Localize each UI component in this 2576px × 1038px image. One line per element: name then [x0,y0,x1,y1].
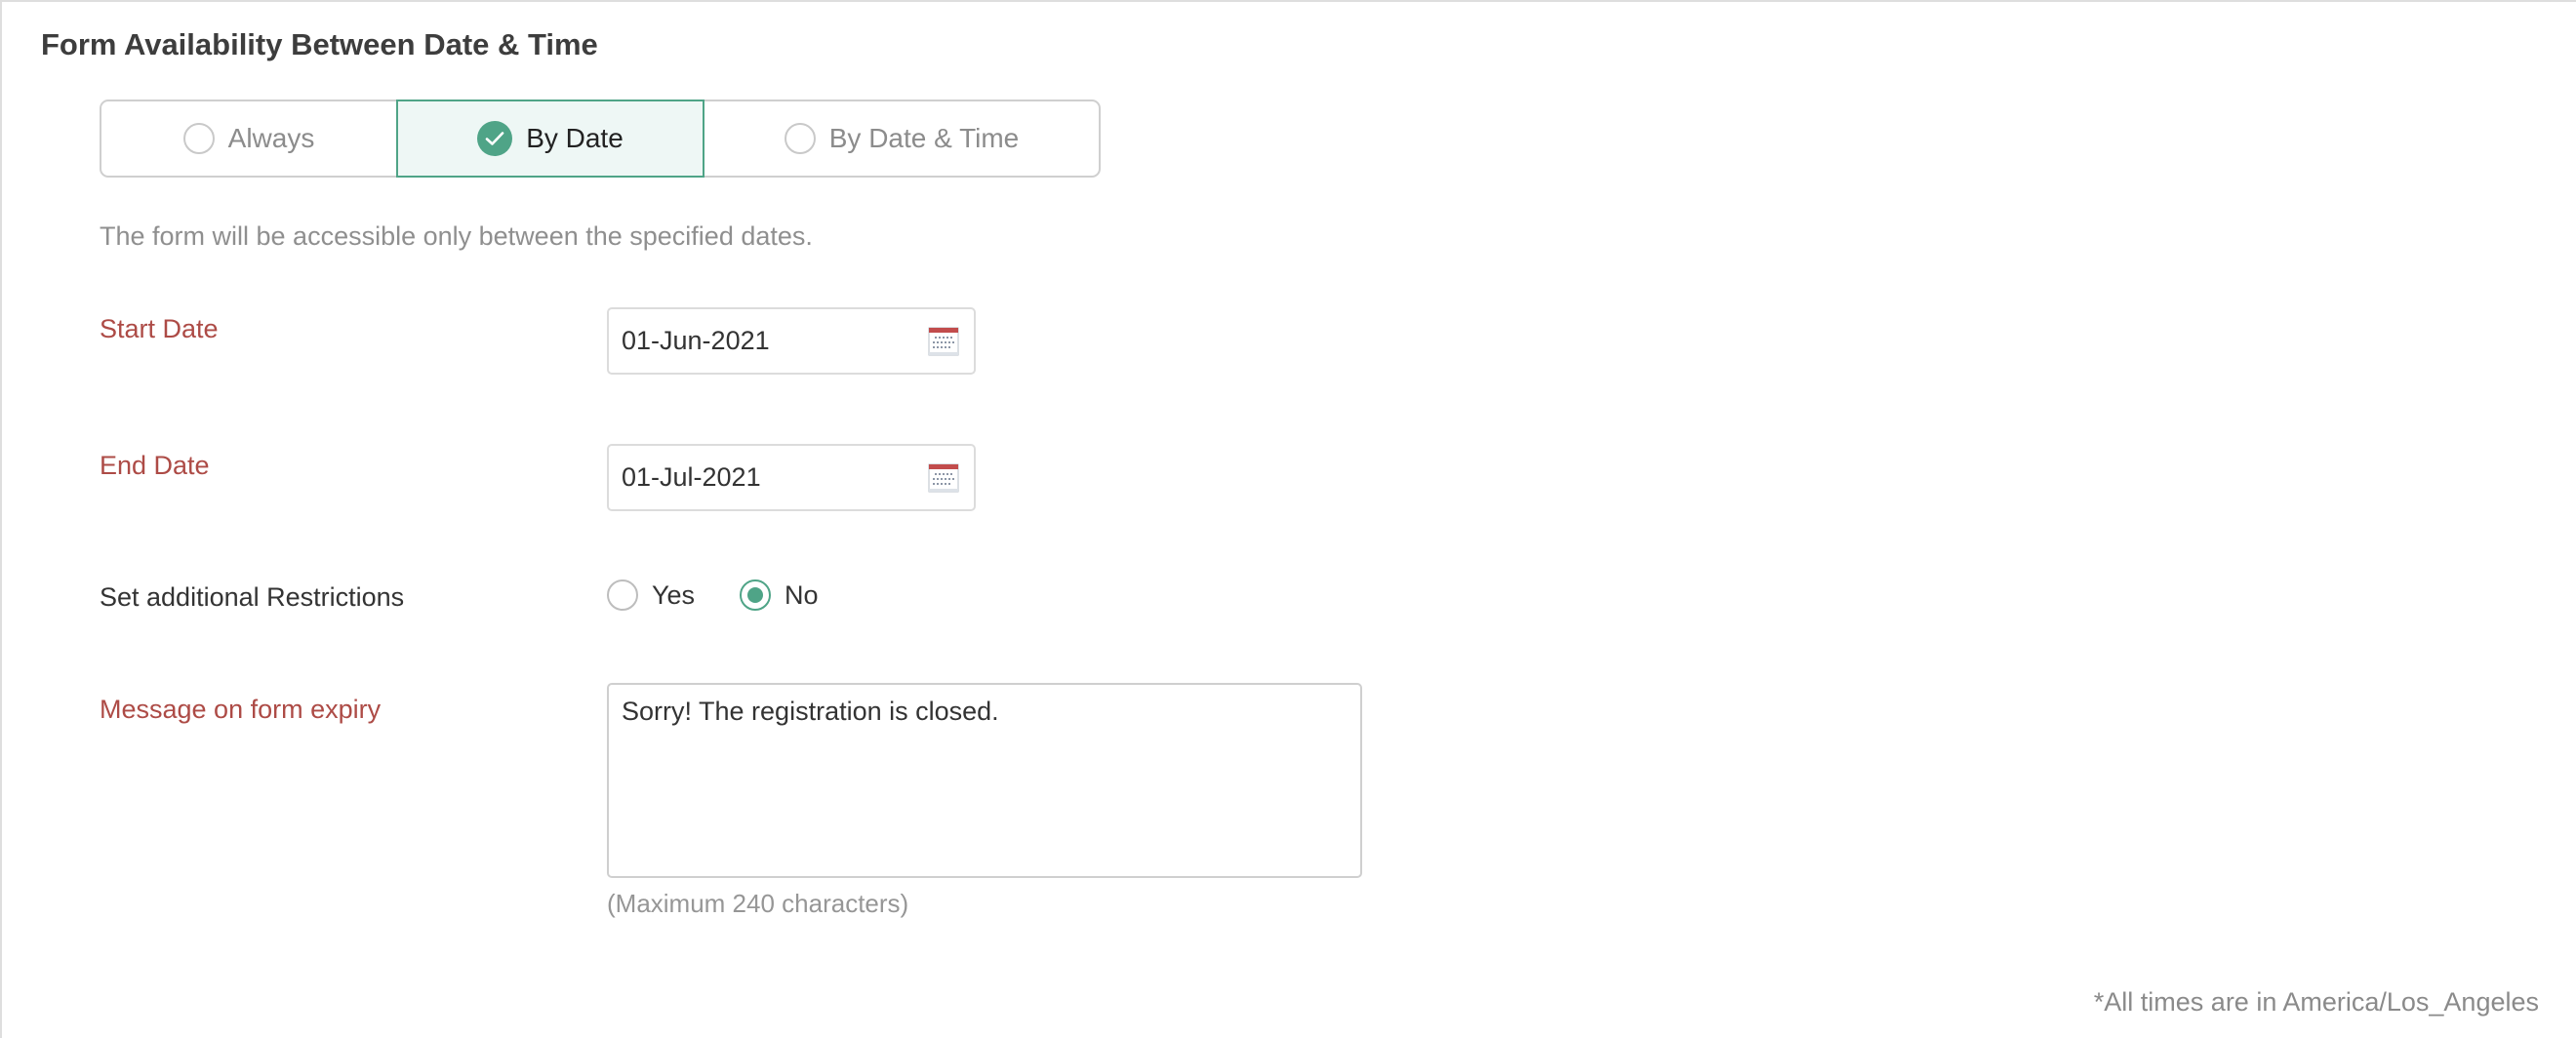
availability-option-by-date-time[interactable]: By Date & Time [704,101,1099,176]
additional-restrictions-radio-group: Yes No [607,579,819,611]
expiry-message-label: Message on form expiry [100,695,382,724]
end-date-label: End Date [100,451,210,480]
expiry-message-textarea[interactable]: Sorry! The registration is closed. [607,683,1362,878]
start-date-input[interactable]: 01-Jun-2021 [607,307,976,375]
section-title: Form Availability Between Date & Time [41,27,598,61]
timezone-note: *All times are in America/Los_Angeles [2093,987,2539,1017]
availability-option-label: By Date & Time [828,123,1020,153]
radio-label: No [785,579,819,610]
calendar-icon[interactable] [927,325,960,358]
radio-unchecked-icon [607,579,638,611]
availability-option-always[interactable]: Always [101,101,396,176]
check-circle-icon [477,121,513,156]
expiry-message-hint: (Maximum 240 characters) [607,889,909,918]
radio-checked-icon [740,579,772,611]
restrictions-no-radio[interactable]: No [740,579,819,611]
start-date-value: 01-Jun-2021 [622,326,770,355]
calendar-icon[interactable] [927,461,960,495]
availability-mode-selector: Always By Date By Date & Time [100,100,1101,178]
radio-label: Yes [652,579,696,610]
additional-restrictions-label: Set additional Restrictions [100,582,405,612]
availability-description: The form will be accessible only between… [100,221,813,251]
end-date-input[interactable]: 01-Jul-2021 [607,444,976,511]
restrictions-yes-radio[interactable]: Yes [607,579,695,611]
availability-option-by-date[interactable]: By Date [396,100,704,178]
start-date-label: Start Date [100,314,219,343]
radio-unchecked-icon [784,123,816,154]
availability-option-label: By Date [526,123,624,153]
end-date-value: 01-Jul-2021 [622,462,761,492]
radio-unchecked-icon [182,123,215,154]
availability-option-label: Always [227,123,315,153]
